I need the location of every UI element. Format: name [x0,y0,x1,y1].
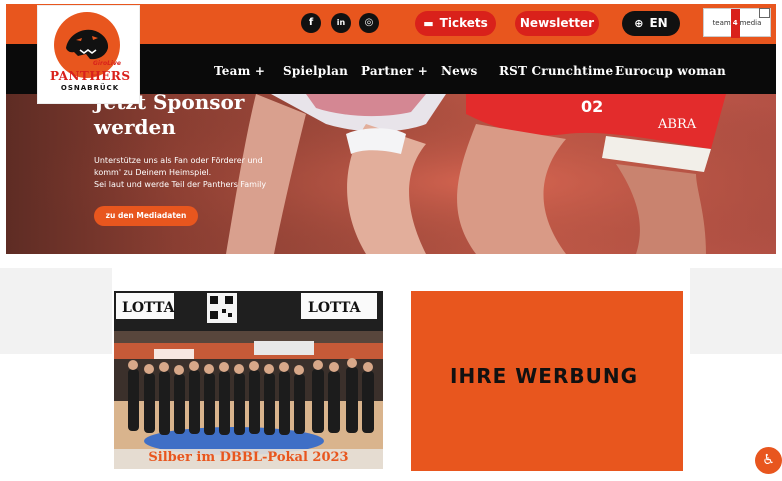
team4-prefix: team [712,19,731,27]
team-photo[interactable]: LOTTA LOTTA [114,291,383,469]
instagram-icon[interactable]: ◎ [359,13,379,33]
page: f in ◎ ▬ Tickets Newsletter ⊕ EN team 4 medi… [0,0,782,481]
side-band-left [0,268,112,354]
side-band-right [690,268,782,354]
logo-sponsor: GiroLive [93,60,121,67]
team-photo-image: LOTTA LOTTA [114,291,383,469]
hero-text: Unterstütze uns als Fan oder Förderer un… [94,155,274,191]
panther-icon [66,29,109,60]
team4-suffix: media [739,19,762,27]
team4-highlight: 4 [730,9,740,38]
ticket-icon: ▬ [423,17,434,30]
hero-text-line-1: Unterstütze uns als Fan oder Förderer un… [94,156,263,165]
ad-text: IHRE WERBUNG [450,364,638,388]
tickets-button[interactable]: ▬ Tickets [415,11,496,36]
newsletter-button[interactable]: Newsletter [515,11,599,36]
nav-item-spielplan[interactable]: Spielplan [283,64,348,78]
banner-right-text: LOTTA [308,300,362,316]
jersey-text: ABRA [657,117,697,132]
linkedin-icon[interactable]: in [331,13,351,33]
accessibility-icon[interactable]: ♿ [755,447,782,474]
globe-icon: ⊕ [634,17,644,30]
hero-text-line-2: komm' zu Deinem Heimspiel. [94,168,212,177]
mediadaten-button[interactable]: zu den Mediadaten [94,206,198,226]
window-restore-icon[interactable] [759,8,770,18]
language-label: EN [649,16,668,30]
nav-item-team[interactable]: Team + [214,64,265,78]
nav-item-eurocup-woman[interactable]: Eurocup woman [615,64,726,78]
nav-item-rst-crunchtime[interactable]: RST Crunchtime [499,64,613,78]
logo-city: OSNABRÜCK [60,84,120,92]
photo-caption: Silber im DBBL-Pokal 2023 [148,450,349,465]
jersey-number: 02 [581,97,603,116]
tickets-label: Tickets [439,16,488,30]
banner-left-text: LOTTA [122,300,176,316]
facebook-icon[interactable]: f [301,13,321,33]
nav-item-partner[interactable]: Partner + [361,64,428,78]
language-button[interactable]: ⊕ EN [622,11,680,36]
site-logo[interactable]: GiroLive PANTHERS OSNABRÜCK [38,6,139,103]
logo-name: PANTHERS [50,69,131,83]
hero-text-line-3: Sei laut und werde Teil der Panthers Fam… [94,180,267,189]
hero-title-line-2: werden [94,115,176,139]
nav-item-news[interactable]: News [441,64,478,78]
